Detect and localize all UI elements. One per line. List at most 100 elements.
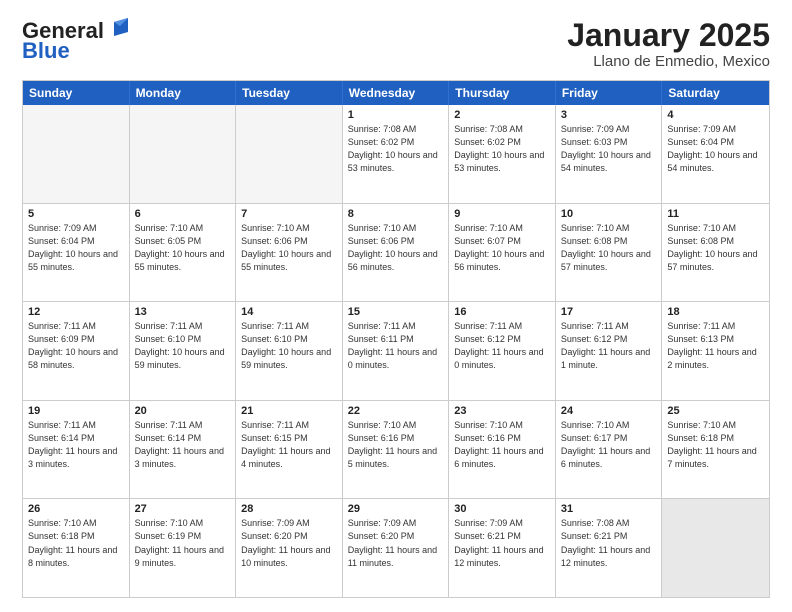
logo-blue-text: Blue — [22, 38, 70, 64]
day-number: 29 — [348, 503, 444, 515]
calendar-cell: 30Sunrise: 7:09 AM Sunset: 6:21 PM Dayli… — [449, 499, 556, 597]
day-info: Sunrise: 7:09 AM Sunset: 6:03 PM Dayligh… — [561, 123, 657, 175]
day-number: 19 — [28, 405, 124, 417]
calendar-row: 1 Sunrise: 7:08 AM Sunset: 6:02 PM Daylig… — [23, 105, 769, 203]
day-info: Sunrise: 7:10 AM Sunset: 6:07 PM Dayligh… — [454, 222, 550, 274]
day-number: 12 — [28, 306, 124, 318]
day-number: 14 — [241, 306, 337, 318]
day-number: 20 — [135, 405, 231, 417]
calendar-cell — [130, 105, 237, 203]
day-info: Sunrise: 7:10 AM Sunset: 6:06 PM Dayligh… — [241, 222, 337, 274]
day-info: Sunrise: 7:09 AM Sunset: 6:20 PM Dayligh… — [241, 517, 337, 569]
calendar-cell: 12Sunrise: 7:11 AM Sunset: 6:09 PM Dayli… — [23, 302, 130, 400]
calendar-cell: 11Sunrise: 7:10 AM Sunset: 6:08 PM Dayli… — [662, 204, 769, 302]
calendar-cell: 10Sunrise: 7:10 AM Sunset: 6:08 PM Dayli… — [556, 204, 663, 302]
calendar-row: 12Sunrise: 7:11 AM Sunset: 6:09 PM Dayli… — [23, 301, 769, 400]
day-number: 10 — [561, 208, 657, 220]
day-info: Sunrise: 7:11 AM Sunset: 6:12 PM Dayligh… — [454, 320, 550, 372]
day-number: 18 — [667, 306, 764, 318]
day-number: 23 — [454, 405, 550, 417]
calendar: SundayMondayTuesdayWednesdayThursdayFrid… — [22, 80, 770, 598]
calendar-cell: 2 Sunrise: 7:08 AM Sunset: 6:02 PM Daylig… — [449, 105, 556, 203]
day-info: Sunrise: 7:11 AM Sunset: 6:11 PM Dayligh… — [348, 320, 444, 372]
day-number: 16 — [454, 306, 550, 318]
calendar-header-cell: Saturday — [662, 81, 769, 105]
calendar-header: SundayMondayTuesdayWednesdayThursdayFrid… — [23, 81, 769, 105]
calendar-cell — [662, 499, 769, 597]
calendar-cell: 26Sunrise: 7:10 AM Sunset: 6:18 PM Dayli… — [23, 499, 130, 597]
day-number: 11 — [667, 208, 764, 220]
day-number: 6 — [135, 208, 231, 220]
calendar-header-cell: Thursday — [449, 81, 556, 105]
calendar-cell: 4 Sunrise: 7:09 AM Sunset: 6:04 PM Daylig… — [662, 105, 769, 203]
calendar-cell: 20 Sunrise: 7:11 AM Sunset: 6:14 PM Dayli… — [130, 401, 237, 499]
day-number: 9 — [454, 208, 550, 220]
logo: General Blue — [22, 18, 128, 64]
day-number: 25 — [667, 405, 764, 417]
day-info: Sunrise: 7:11 AM Sunset: 6:14 PM Dayligh… — [28, 419, 124, 471]
calendar-cell: 5 Sunrise: 7:09 AM Sunset: 6:04 PM Daylig… — [23, 204, 130, 302]
calendar-cell: 25 Sunrise: 7:10 AM Sunset: 6:18 PM Dayli… — [662, 401, 769, 499]
day-info: Sunrise: 7:10 AM Sunset: 6:06 PM Dayligh… — [348, 222, 444, 274]
day-info: Sunrise: 7:09 AM Sunset: 6:04 PM Dayligh… — [667, 123, 764, 175]
calendar-cell: 13 Sunrise: 7:11 AM Sunset: 6:10 PM Dayli… — [130, 302, 237, 400]
calendar-cell — [236, 105, 343, 203]
day-number: 5 — [28, 208, 124, 220]
day-info: Sunrise: 7:08 AM Sunset: 6:02 PM Dayligh… — [348, 123, 444, 175]
day-number: 24 — [561, 405, 657, 417]
calendar-cell: 22 Sunrise: 7:10 AM Sunset: 6:16 PM Dayli… — [343, 401, 450, 499]
calendar-row: 26Sunrise: 7:10 AM Sunset: 6:18 PM Dayli… — [23, 498, 769, 597]
calendar-cell: 15 Sunrise: 7:11 AM Sunset: 6:11 PM Dayli… — [343, 302, 450, 400]
calendar-cell: 19 Sunrise: 7:11 AM Sunset: 6:14 PM Dayli… — [23, 401, 130, 499]
day-number: 8 — [348, 208, 444, 220]
day-number: 13 — [135, 306, 231, 318]
calendar-cell: 23Sunrise: 7:10 AM Sunset: 6:16 PM Dayli… — [449, 401, 556, 499]
calendar-cell: 31Sunrise: 7:08 AM Sunset: 6:21 PM Dayli… — [556, 499, 663, 597]
day-info: Sunrise: 7:08 AM Sunset: 6:21 PM Dayligh… — [561, 517, 657, 569]
day-info: Sunrise: 7:08 AM Sunset: 6:02 PM Dayligh… — [454, 123, 550, 175]
day-info: Sunrise: 7:09 AM Sunset: 6:04 PM Dayligh… — [28, 222, 124, 274]
calendar-cell: 21Sunrise: 7:11 AM Sunset: 6:15 PM Dayli… — [236, 401, 343, 499]
day-info: Sunrise: 7:10 AM Sunset: 6:18 PM Dayligh… — [667, 419, 764, 471]
calendar-cell: 17 Sunrise: 7:11 AM Sunset: 6:12 PM Dayli… — [556, 302, 663, 400]
day-number: 2 — [454, 109, 550, 121]
day-info: Sunrise: 7:11 AM Sunset: 6:10 PM Dayligh… — [135, 320, 231, 372]
day-info: Sunrise: 7:11 AM Sunset: 6:13 PM Dayligh… — [667, 320, 764, 372]
day-info: Sunrise: 7:10 AM Sunset: 6:19 PM Dayligh… — [135, 517, 231, 569]
day-info: Sunrise: 7:11 AM Sunset: 6:14 PM Dayligh… — [135, 419, 231, 471]
subtitle: Llano de Enmedio, Mexico — [567, 53, 770, 70]
calendar-cell: 16 Sunrise: 7:11 AM Sunset: 6:12 PM Dayli… — [449, 302, 556, 400]
calendar-cell: 28 Sunrise: 7:09 AM Sunset: 6:20 PM Dayli… — [236, 499, 343, 597]
day-info: Sunrise: 7:09 AM Sunset: 6:21 PM Dayligh… — [454, 517, 550, 569]
calendar-header-cell: Sunday — [23, 81, 130, 105]
calendar-cell: 9 Sunrise: 7:10 AM Sunset: 6:07 PM Daylig… — [449, 204, 556, 302]
calendar-cell: 7 Sunrise: 7:10 AM Sunset: 6:06 PM Daylig… — [236, 204, 343, 302]
calendar-cell: 29Sunrise: 7:09 AM Sunset: 6:20 PM Dayli… — [343, 499, 450, 597]
title-area: January 2025 Llano de Enmedio, Mexico — [567, 18, 770, 70]
calendar-header-cell: Wednesday — [343, 81, 450, 105]
day-number: 22 — [348, 405, 444, 417]
calendar-header-cell: Monday — [130, 81, 237, 105]
calendar-header-cell: Friday — [556, 81, 663, 105]
day-number: 7 — [241, 208, 337, 220]
day-number: 1 — [348, 109, 444, 121]
day-number: 17 — [561, 306, 657, 318]
calendar-cell: 27 Sunrise: 7:10 AM Sunset: 6:19 PM Dayli… — [130, 499, 237, 597]
day-info: Sunrise: 7:11 AM Sunset: 6:12 PM Dayligh… — [561, 320, 657, 372]
day-number: 15 — [348, 306, 444, 318]
day-info: Sunrise: 7:10 AM Sunset: 6:17 PM Dayligh… — [561, 419, 657, 471]
calendar-cell: 14 Sunrise: 7:11 AM Sunset: 6:10 PM Dayli… — [236, 302, 343, 400]
calendar-header-cell: Tuesday — [236, 81, 343, 105]
header: General Blue January 2025 Llano de Enmed… — [22, 18, 770, 70]
day-number: 28 — [241, 503, 337, 515]
day-info: Sunrise: 7:11 AM Sunset: 6:10 PM Dayligh… — [241, 320, 337, 372]
day-number: 3 — [561, 109, 657, 121]
calendar-cell: 6Sunrise: 7:10 AM Sunset: 6:05 PM Daylig… — [130, 204, 237, 302]
calendar-body: 1 Sunrise: 7:08 AM Sunset: 6:02 PM Daylig… — [23, 105, 769, 597]
day-number: 4 — [667, 109, 764, 121]
day-info: Sunrise: 7:11 AM Sunset: 6:15 PM Dayligh… — [241, 419, 337, 471]
day-number: 27 — [135, 503, 231, 515]
day-info: Sunrise: 7:10 AM Sunset: 6:16 PM Dayligh… — [348, 419, 444, 471]
page: General Blue January 2025 Llano de Enmed… — [0, 0, 792, 612]
day-info: Sunrise: 7:10 AM Sunset: 6:18 PM Dayligh… — [28, 517, 124, 569]
